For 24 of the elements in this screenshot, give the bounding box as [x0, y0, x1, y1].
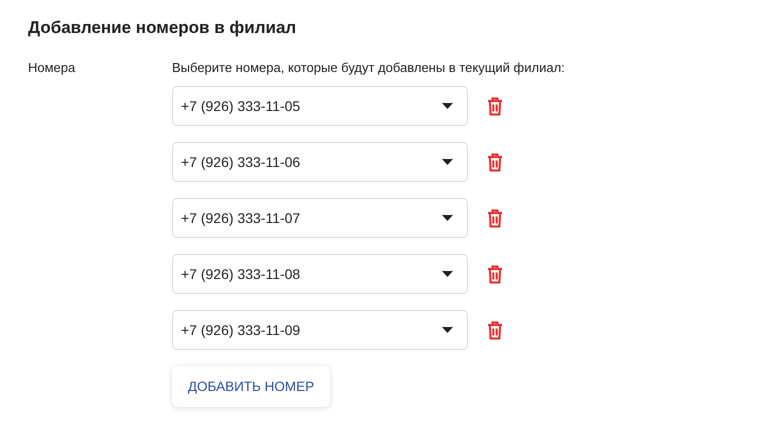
- select-value: +7 (926) 333-11-05: [181, 98, 300, 114]
- section-title: Добавление номеров в филиал: [28, 17, 298, 39]
- select-value: +7 (926) 333-11-06: [181, 154, 300, 170]
- caret-icon: [442, 271, 453, 277]
- number-select[interactable]: +7 (926) 333-11-08: [172, 254, 468, 294]
- description: Выберите номера, которые будут добавлены в текущий филиал:: [172, 59, 565, 77]
- trash-icon[interactable]: [487, 320, 503, 340]
- add-number-button[interactable]: ДОБАВИТЬ НОМЕР: [172, 366, 330, 407]
- trash-icon[interactable]: [487, 152, 503, 172]
- number-select[interactable]: +7 (926) 333-11-09: [172, 310, 468, 350]
- select-value: +7 (926) 333-11-08: [181, 266, 300, 282]
- field-label: Номера: [28, 59, 76, 77]
- caret-icon: [442, 159, 453, 165]
- select-value: +7 (926) 333-11-09: [181, 322, 300, 338]
- number-select[interactable]: +7 (926) 333-11-07: [172, 198, 468, 238]
- trash-icon[interactable]: [487, 208, 503, 228]
- caret-icon: [442, 327, 453, 333]
- caret-icon: [442, 215, 453, 221]
- number-select[interactable]: +7 (926) 333-11-06: [172, 142, 468, 182]
- select-value: +7 (926) 333-11-07: [181, 210, 300, 226]
- trash-icon[interactable]: [487, 264, 503, 284]
- number-select[interactable]: +7 (926) 333-11-05: [172, 86, 468, 126]
- trash-icon[interactable]: [487, 96, 503, 116]
- caret-icon: [442, 103, 453, 109]
